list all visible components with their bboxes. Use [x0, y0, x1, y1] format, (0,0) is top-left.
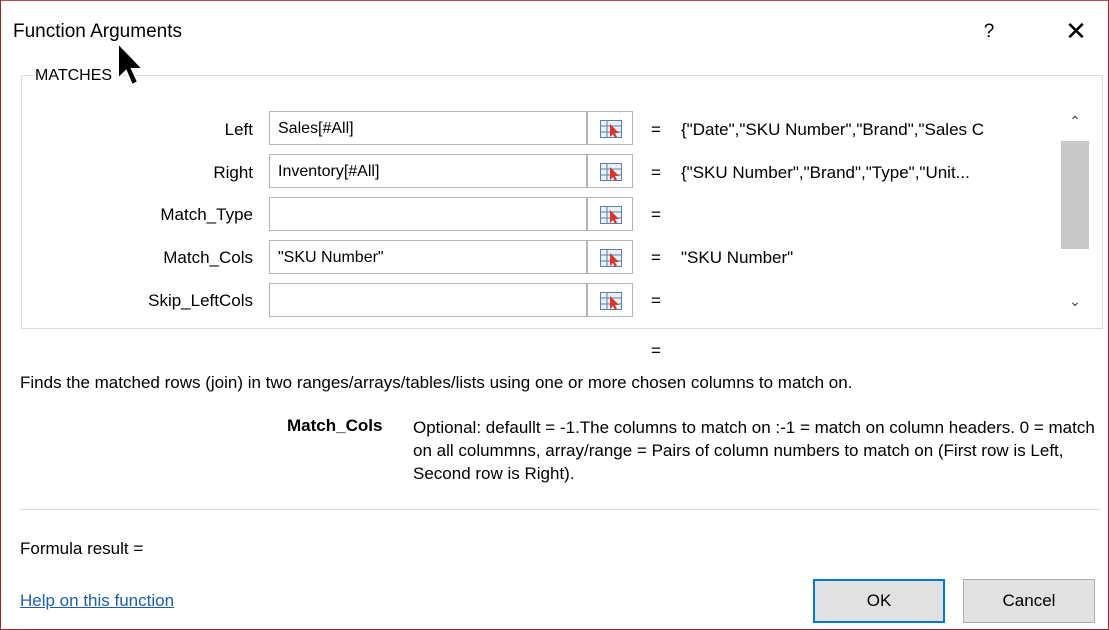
help-icon[interactable]: ?	[979, 21, 999, 43]
range-select-icon	[600, 163, 622, 181]
ok-button[interactable]: OK	[813, 579, 945, 623]
arg-result-left: {"Date","SKU Number","Brand","Sales C	[681, 120, 985, 139]
mouse-cursor-icon	[117, 41, 146, 87]
title-bar[interactable]: Function Arguments ? ✕	[1, 1, 1108, 63]
formula-result-label: Formula result =	[20, 539, 144, 558]
arg-input-match-cols[interactable]: "SKU Number"	[269, 240, 587, 274]
arg-result-match-cols: "SKU Number"	[681, 248, 794, 267]
equals-sign: =	[651, 163, 661, 182]
arg-label-skip-leftcols: Skip_LeftCols	[148, 291, 253, 310]
arg-input-right[interactable]: Inventory[#All]	[269, 154, 587, 188]
parameter-name: Match_Cols	[287, 416, 383, 435]
range-select-icon	[600, 120, 622, 138]
parameter-description: Optional: defaullt = -1.The columns to m…	[413, 418, 1095, 483]
close-icon[interactable]: ✕	[1063, 16, 1089, 46]
scroll-down-icon[interactable]: ⌄	[1061, 293, 1089, 315]
range-select-icon	[600, 249, 622, 267]
arg-input-skip-leftcols[interactable]	[269, 283, 587, 317]
equals-sign: =	[651, 120, 661, 139]
arg-result-right: {"SKU Number","Brand","Type","Unit...	[681, 163, 970, 182]
collapse-dialog-button-right[interactable]	[587, 154, 633, 188]
arg-input-match-type[interactable]	[269, 197, 587, 231]
arg-input-left[interactable]: Sales[#All]	[269, 111, 587, 145]
equals-sign: =	[651, 248, 661, 267]
collapse-dialog-button-left[interactable]	[587, 111, 633, 145]
arg-label-left: Left	[224, 120, 253, 139]
scroll-thumb[interactable]	[1061, 141, 1089, 249]
function-result-equals: =	[651, 341, 661, 360]
scroll-up-icon[interactable]: ⌃	[1061, 113, 1089, 135]
range-select-icon	[600, 292, 622, 310]
divider	[20, 509, 1100, 510]
arg-label-match-cols: Match_Cols	[163, 248, 253, 267]
function-arguments-dialog: Function Arguments ? ✕ MATCHES Left Sale…	[0, 0, 1109, 630]
function-name-legend: MATCHES	[33, 67, 117, 85]
equals-sign: =	[651, 291, 661, 310]
equals-sign: =	[651, 205, 661, 224]
collapse-dialog-button-skip-leftcols[interactable]	[587, 283, 633, 317]
arg-label-match-type: Match_Type	[160, 205, 253, 224]
range-select-icon	[600, 206, 622, 224]
collapse-dialog-button-match-cols[interactable]	[587, 240, 633, 274]
function-description: Finds the matched rows (join) in two ran…	[20, 373, 853, 392]
help-on-function-link[interactable]: Help on this function	[20, 591, 174, 611]
cancel-button[interactable]: Cancel	[963, 579, 1095, 623]
arguments-scrollbar[interactable]: ⌃ ⌄	[1061, 105, 1089, 325]
dialog-title: Function Arguments	[13, 21, 182, 42]
arg-label-right: Right	[213, 163, 253, 182]
collapse-dialog-button-match-type[interactable]	[587, 197, 633, 231]
